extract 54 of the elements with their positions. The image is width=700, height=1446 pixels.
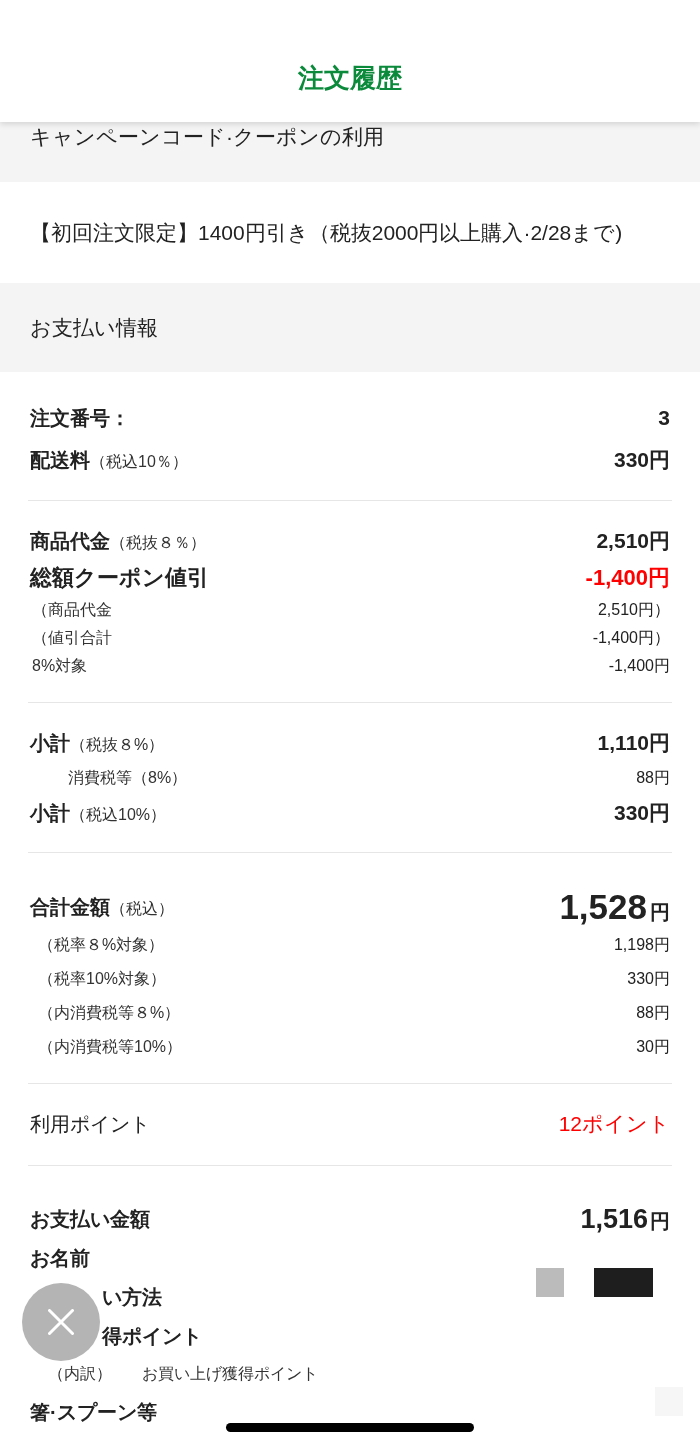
row-value: 330円: [613, 447, 670, 473]
tax-note: （税抜８%）: [70, 735, 165, 755]
row-label: い方法: [101, 1284, 162, 1310]
row-label: 合計金額: [30, 895, 110, 920]
row-label: お支払い金額: [30, 1206, 150, 1232]
row-label: （商品代金: [31, 600, 112, 620]
close-icon: [48, 1309, 74, 1335]
page-title: 注文履歴: [298, 62, 402, 94]
row-label: 得ポイント: [100, 1323, 202, 1349]
section-title: お支払い情報: [30, 314, 158, 341]
row-label: （内消費税等10%）: [37, 1037, 183, 1057]
row-label: 箸·スプーン等: [30, 1399, 157, 1425]
currency-unit: 円: [650, 1208, 670, 1233]
tax-note: （税込）: [110, 899, 174, 919]
row-value: -1,400円）: [592, 628, 670, 648]
section-title: キャンペーンコード·クーポンの利用: [30, 124, 385, 150]
row-label: 商品代金: [30, 529, 110, 554]
tax-note: （税込10%）: [70, 805, 167, 825]
row-value: 88円: [636, 1003, 670, 1023]
row-value: 2,510円）: [597, 600, 670, 620]
row-label: 注文番号：: [30, 406, 130, 431]
row-label: 小計: [30, 801, 70, 826]
row-value: -1,400円: [608, 656, 670, 676]
row-label: 利用ポイント: [30, 1112, 150, 1137]
row-value: 330円: [613, 800, 670, 826]
row-label: （内消費税等８%）: [37, 1003, 181, 1023]
row-label: 総額クーポン値引: [30, 564, 209, 592]
row-label: 小計: [30, 731, 70, 756]
row-label: （内訳）: [47, 1364, 112, 1383]
row-value: 1,198円: [613, 935, 670, 955]
currency-unit: 円: [650, 900, 670, 924]
coupon-text: 【初回注文限定】1400円引き（税抜2000円以上購入·2/28まで): [30, 219, 623, 246]
row-value: 1,516: [580, 1202, 648, 1235]
row-value: 88円: [636, 768, 670, 788]
row-value: -1,400円: [585, 564, 670, 592]
row-value: 330円: [627, 969, 670, 989]
redaction-bar: [594, 1268, 653, 1297]
tax-note: （税抜８％）: [110, 533, 206, 553]
row-label: 配送料: [30, 448, 90, 473]
redaction-square: [536, 1268, 564, 1297]
row-label: 8%対象: [31, 656, 88, 676]
row-label: （税率10%対象）: [37, 969, 167, 989]
row-value: 3: [658, 405, 670, 431]
points-note: お買い上げ獲得ポイント: [142, 1364, 318, 1383]
tax-note: （税込10％）: [90, 452, 188, 472]
row-value: 1,528: [559, 887, 647, 927]
row-value: 12ポイント: [558, 1111, 670, 1137]
row-label: （税率８%対象）: [37, 935, 165, 955]
row-label: 消費税等（8%）: [67, 768, 188, 788]
row-value: 30円: [636, 1037, 670, 1057]
row-label: お名前: [30, 1245, 90, 1271]
row-value: 1,110円: [597, 730, 670, 756]
row-label: （値引合計: [31, 628, 112, 648]
row-value: 2,510円: [596, 528, 670, 554]
